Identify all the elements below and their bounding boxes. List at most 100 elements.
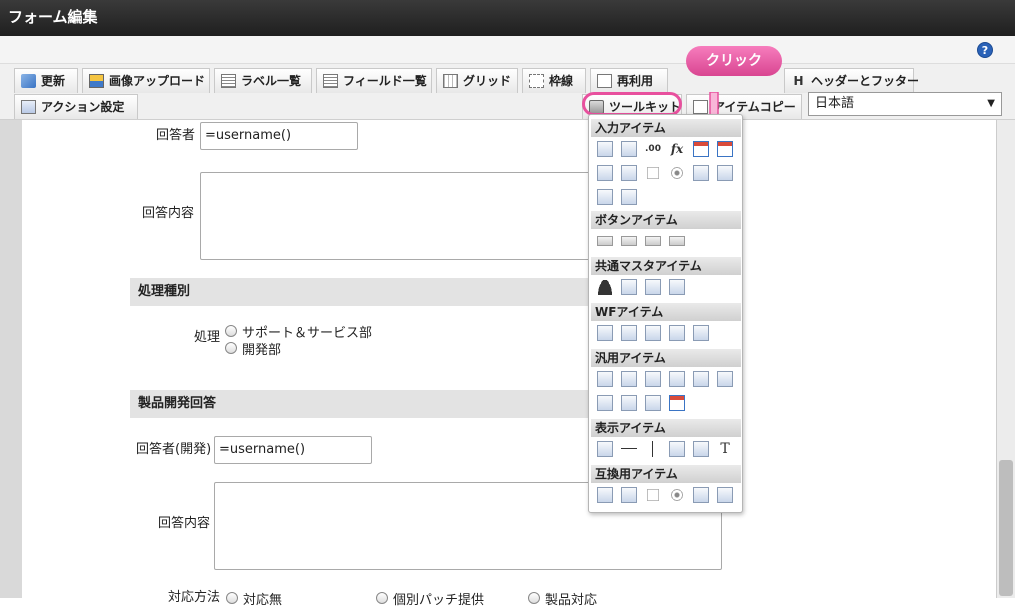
radio-dev-label: 開発部	[242, 343, 282, 358]
textbox-icon[interactable]	[597, 141, 613, 157]
header-footer-icon: H	[793, 74, 804, 88]
label-list-button[interactable]: ラベル一覧	[214, 68, 312, 93]
border-button[interactable]: 枠線	[522, 68, 586, 93]
checkbox-compat-icon[interactable]	[647, 489, 659, 501]
checkbox-icon[interactable]	[647, 167, 659, 179]
toggle-compat-icon[interactable]	[693, 487, 709, 503]
radio-dev[interactable]	[225, 342, 237, 354]
card-icon[interactable]	[621, 395, 637, 411]
section-product-dev: 製品開発回答	[130, 390, 610, 418]
hidden-icon[interactable]	[597, 371, 613, 387]
radio-support[interactable]	[225, 325, 237, 337]
stamp-icon[interactable]	[693, 325, 709, 341]
border-label: 枠線	[549, 74, 574, 88]
radio-compat-icon[interactable]	[669, 487, 685, 503]
submit-icon[interactable]	[597, 236, 613, 246]
building-icon[interactable]	[621, 279, 637, 295]
help-icon[interactable]: ?	[977, 42, 993, 58]
return-icon[interactable]	[669, 236, 685, 246]
refresh-button[interactable]: 更新	[14, 68, 78, 93]
toolkit-group-master: 共通マスタアイテム	[591, 257, 741, 275]
process-label: 処理	[194, 330, 221, 345]
refresh-label: 更新	[41, 74, 66, 88]
image-upload-label: 画像アップロード	[109, 74, 206, 88]
user-icon[interactable]	[597, 279, 613, 295]
action-icon	[21, 100, 36, 114]
image-upload-icon	[89, 74, 104, 88]
label-icon[interactable]	[597, 441, 613, 457]
header-footer-button[interactable]: H ヘッダーとフッター	[784, 68, 919, 93]
table-compat-icon[interactable]	[717, 487, 733, 503]
reuse-icon	[597, 74, 612, 88]
grid-button[interactable]: グリッド	[436, 68, 518, 93]
radio-method-patch[interactable]	[376, 592, 388, 604]
text-icon[interactable]: T	[717, 441, 733, 457]
field-list-button[interactable]: フィールド一覧	[316, 68, 432, 93]
header-footer-label: ヘッダーとフッター	[811, 74, 920, 88]
radio-icon[interactable]	[669, 165, 685, 181]
toggle-icon[interactable]	[693, 165, 709, 181]
history-icon[interactable]	[669, 325, 685, 341]
box-icon[interactable]	[669, 441, 685, 457]
action-settings-button[interactable]: アクション設定	[14, 94, 138, 119]
radio-method-none[interactable]	[226, 592, 238, 604]
help-bar: ?	[0, 36, 1015, 64]
grid-item-icon[interactable]	[621, 189, 637, 205]
section-process-type: 処理種別	[130, 278, 610, 306]
file-upload-icon[interactable]	[597, 189, 613, 205]
form-canvas: 回答者 =username() 回答内容 処理種別 処理 サポート＆サービス部 …	[22, 120, 996, 608]
language-select[interactable]: 日本語 ▼	[808, 92, 1002, 116]
number-icon[interactable]: .00	[645, 141, 661, 157]
doc-icon[interactable]	[597, 325, 613, 341]
reuse-button[interactable]: 再利用	[590, 68, 668, 93]
radio-method-patch-label: 個別パッチ提供	[393, 593, 485, 608]
next-icon[interactable]	[621, 236, 637, 246]
grid-icon	[443, 74, 458, 88]
datetime-icon[interactable]	[717, 141, 733, 157]
formula-icon[interactable]: fx	[669, 141, 685, 157]
tree-icon[interactable]	[645, 395, 661, 411]
radio-method-product[interactable]	[528, 592, 540, 604]
image-upload-button[interactable]: 画像アップロード	[82, 68, 210, 93]
toolkit-group-general: 汎用アイテム	[591, 349, 741, 367]
download-icon[interactable]	[717, 371, 733, 387]
listbox-icon[interactable]	[621, 165, 637, 181]
border-icon	[529, 74, 544, 88]
chevron-down-icon: ▼	[987, 98, 995, 109]
vertical-scrollbar[interactable]	[996, 120, 1015, 598]
dev-respondent-input[interactable]: =username()	[214, 436, 372, 464]
page-icon[interactable]	[597, 395, 613, 411]
camera-icon[interactable]	[645, 371, 661, 387]
date-icon[interactable]	[693, 141, 709, 157]
select-icon[interactable]	[597, 165, 613, 181]
radio-method-none-label: 対応無	[243, 593, 283, 608]
toolkit-panel: 入力アイテム ボタンアイテム 共通マスタアイテム WFアイテム 汎用アイテム 表…	[588, 114, 743, 513]
key-icon[interactable]	[669, 371, 685, 387]
picture-icon[interactable]	[693, 441, 709, 457]
textarea-icon[interactable]	[621, 141, 637, 157]
reuse-label: 再利用	[617, 74, 654, 88]
note-icon[interactable]	[621, 371, 637, 387]
calendar-icon[interactable]	[669, 395, 685, 411]
dev-respondent-label: 回答者(開発)	[136, 442, 212, 457]
respondent-label: 回答者	[156, 128, 196, 143]
hline-icon[interactable]	[621, 441, 637, 457]
org-icon[interactable]	[645, 279, 661, 295]
vline-icon[interactable]	[645, 441, 661, 457]
respondent-input[interactable]: =username()	[200, 122, 358, 150]
toolkit-group-input: 入力アイテム	[591, 119, 741, 137]
role-icon[interactable]	[669, 279, 685, 295]
action-settings-label: アクション設定	[41, 100, 125, 114]
toolkit-group-wf: WFアイテム	[591, 303, 741, 321]
image-icon[interactable]	[645, 325, 661, 341]
back-icon[interactable]	[645, 236, 661, 246]
listbox-compat-icon[interactable]	[621, 487, 637, 503]
toolkit-group-compat: 互換用アイテム	[591, 465, 741, 483]
attach-icon[interactable]	[621, 325, 637, 341]
label-list-label: ラベル一覧	[241, 74, 302, 88]
scroll-thumb[interactable]	[999, 460, 1013, 596]
upload-icon[interactable]	[693, 371, 709, 387]
table-icon[interactable]	[717, 165, 733, 181]
toolkit-highlight-ring	[582, 92, 682, 116]
select-compat-icon[interactable]	[597, 487, 613, 503]
